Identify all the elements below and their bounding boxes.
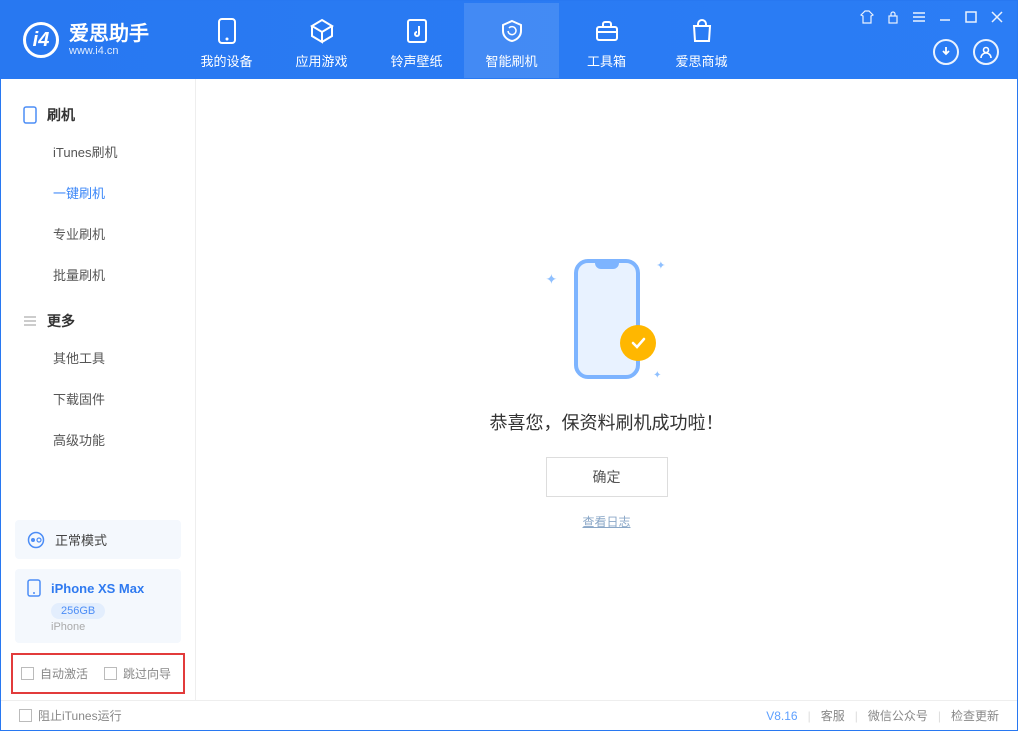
- sidebar-item-download-firmware[interactable]: 下载固件: [1, 378, 195, 419]
- checkbox-block-itunes[interactable]: 阻止iTunes运行: [19, 707, 122, 724]
- logo-icon: i4: [23, 22, 59, 58]
- checkbox-auto-activate[interactable]: 自动激活: [21, 665, 88, 682]
- checkbox-skip-guide[interactable]: 跳过向导: [104, 665, 171, 682]
- success-check-icon: [620, 325, 656, 361]
- sidebar-section-flash: 刷机: [1, 99, 195, 131]
- close-icon[interactable]: [989, 9, 1005, 25]
- nav-store[interactable]: 爱思商城: [654, 3, 749, 78]
- device-storage-badge: 256GB: [51, 603, 105, 619]
- footer-link-support[interactable]: 客服: [821, 707, 845, 724]
- version-label: V8.16: [766, 709, 797, 723]
- menu-icon[interactable]: [911, 9, 927, 25]
- app-name-en: www.i4.cn: [69, 46, 149, 57]
- phone-outline-icon: [23, 106, 37, 124]
- success-illustration: ✦ ✦ ✦: [542, 249, 672, 389]
- music-file-icon: [369, 17, 464, 45]
- footer: 阻止iTunes运行 V8.16 | 客服 | 微信公众号 | 检查更新: [1, 700, 1017, 730]
- mode-status-icon: [27, 531, 45, 549]
- nav-toolbox[interactable]: 工具箱: [559, 3, 654, 78]
- sparkle-icon: ✦: [653, 370, 661, 381]
- success-message: 恭喜您，保资料刷机成功啦！: [490, 409, 724, 435]
- minimize-icon[interactable]: [937, 9, 953, 25]
- sidebar-item-other-tools[interactable]: 其他工具: [1, 337, 195, 378]
- download-icon[interactable]: [933, 39, 959, 65]
- footer-link-wechat[interactable]: 微信公众号: [868, 707, 928, 724]
- nav-apps-games[interactable]: 应用游戏: [274, 3, 369, 78]
- sidebar-item-pro-flash[interactable]: 专业刷机: [1, 213, 195, 254]
- mode-card[interactable]: 正常模式: [15, 520, 181, 559]
- device-name-label: iPhone XS Max: [51, 581, 144, 596]
- footer-link-update[interactable]: 检查更新: [951, 707, 999, 724]
- cube-icon: [274, 17, 369, 45]
- device-card[interactable]: iPhone XS Max 256GB iPhone: [15, 569, 181, 643]
- refresh-shield-icon: [464, 17, 559, 45]
- view-log-link[interactable]: 查看日志: [582, 513, 630, 530]
- nav-ringtone-wallpaper[interactable]: 铃声壁纸: [369, 3, 464, 78]
- lock-icon[interactable]: [885, 9, 901, 25]
- tshirt-icon[interactable]: [859, 9, 875, 25]
- mode-label: 正常模式: [55, 530, 107, 549]
- device-phone-icon: [27, 579, 41, 597]
- main-nav: 我的设备 应用游戏 铃声壁纸 智能刷机 工具箱 爱思商城: [179, 3, 749, 78]
- sparkle-icon: ✦: [656, 259, 665, 272]
- sidebar-section-more: 更多: [1, 305, 195, 337]
- list-icon: [23, 314, 37, 328]
- header-bottom-actions: [933, 39, 999, 65]
- app-name-cn: 爱思助手: [69, 24, 149, 44]
- phone-icon: [179, 17, 274, 45]
- maximize-icon[interactable]: [963, 9, 979, 25]
- app-logo: i4 爱思助手 www.i4.cn: [1, 22, 167, 58]
- sidebar-item-itunes-flash[interactable]: iTunes刷机: [1, 131, 195, 172]
- user-icon[interactable]: [973, 39, 999, 65]
- sidebar-item-oneclick-flash[interactable]: 一键刷机: [1, 172, 195, 213]
- device-type-label: iPhone: [51, 621, 169, 633]
- sparkle-icon: ✦: [546, 271, 558, 288]
- window-controls: [859, 9, 1005, 25]
- bag-icon: [654, 17, 749, 45]
- flash-options-highlight: 自动激活 跳过向导: [11, 653, 185, 694]
- app-header: i4 爱思助手 www.i4.cn 我的设备 应用游戏 铃声壁纸 智能刷机 工具…: [1, 1, 1017, 79]
- nav-smart-flash[interactable]: 智能刷机: [464, 3, 559, 78]
- toolbox-icon: [559, 17, 654, 45]
- sidebar-item-batch-flash[interactable]: 批量刷机: [1, 254, 195, 295]
- sidebar: 刷机 iTunes刷机 一键刷机 专业刷机 批量刷机 更多 其他工具 下载固件 …: [1, 79, 196, 700]
- ok-button[interactable]: 确定: [546, 457, 668, 497]
- phone-illustration-icon: [574, 259, 640, 379]
- main-content: ✦ ✦ ✦ 恭喜您，保资料刷机成功啦！ 确定 查看日志: [196, 79, 1017, 700]
- nav-my-device[interactable]: 我的设备: [179, 3, 274, 78]
- sidebar-item-advanced[interactable]: 高级功能: [1, 419, 195, 460]
